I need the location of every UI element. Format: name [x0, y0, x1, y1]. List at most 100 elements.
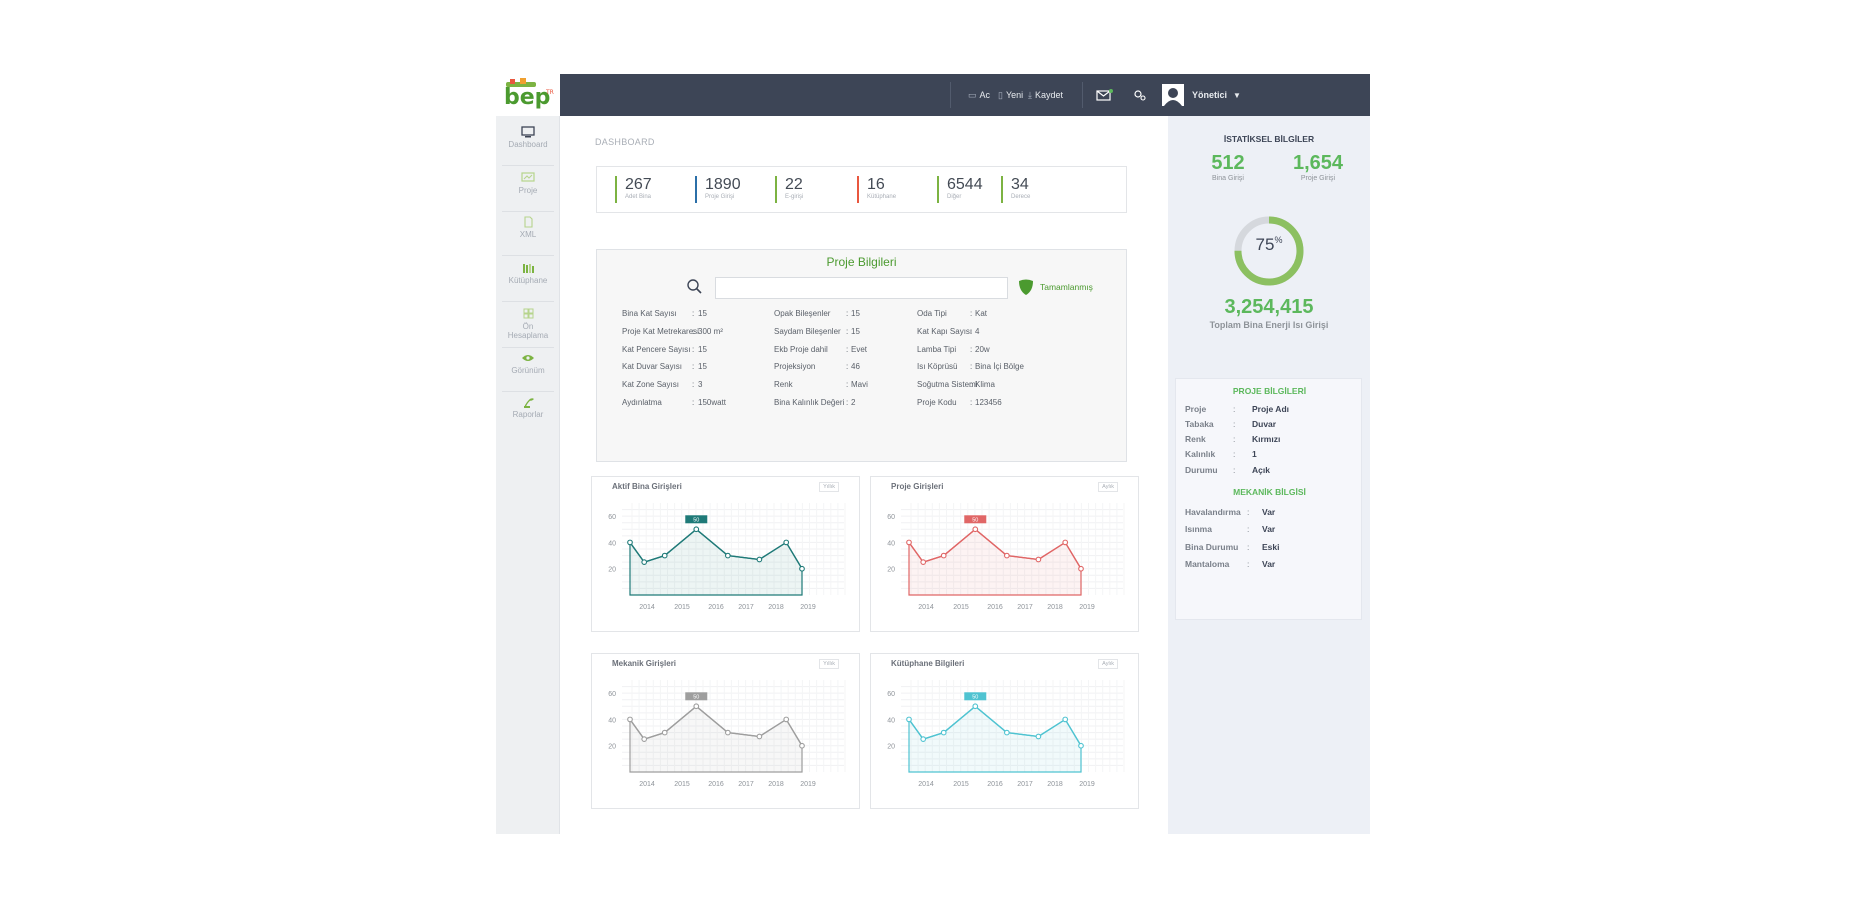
x-tick-label: 2014	[639, 781, 655, 788]
new-button[interactable]: ▯ Yeni	[998, 74, 1023, 116]
sidebar-item-xml[interactable]: XML	[502, 212, 554, 256]
detail-label: Tabaka	[1185, 419, 1214, 429]
field-colon: :	[970, 327, 973, 336]
eye-icon	[522, 355, 534, 361]
search-input[interactable]	[715, 277, 1008, 299]
right-panel: İSTATİKSEL BİLGİLER 512 Bina Girişi 1,65…	[1168, 116, 1370, 834]
brand-logo[interactable]: bep TR	[496, 74, 560, 116]
user-menu[interactable]: Yönetici ▼	[1162, 74, 1241, 116]
sidebar-item-raporlar[interactable]: Raporlar	[502, 392, 554, 436]
x-tick-label: 2019	[1079, 604, 1095, 611]
progress-value: 75	[1255, 235, 1275, 254]
field-label: Renk	[774, 380, 793, 389]
sidebar-item-label: Görünüm	[511, 366, 545, 375]
data-point	[783, 716, 790, 723]
gears-icon	[1134, 90, 1146, 101]
x-tick-label: 2015	[674, 604, 690, 611]
settings-button[interactable]	[1133, 74, 1147, 116]
value-tag-label: 50	[972, 517, 978, 523]
logo-text: bep	[504, 85, 550, 110]
field-colon: :	[846, 398, 849, 407]
field-label: Lamba Tipi	[917, 345, 957, 354]
project-info-panel: Proje Bilgileri Tamamlanmış Bina Kat Say…	[596, 249, 1127, 462]
data-point	[724, 552, 731, 559]
sidebar-item-proje[interactable]: Proje	[502, 168, 554, 212]
chevron-down-icon: ▼	[1233, 90, 1241, 100]
x-tick-label: 2019	[800, 781, 816, 788]
detail-value: Duvar	[1252, 419, 1277, 429]
detail-colon: :	[1233, 434, 1236, 444]
presentation-icon	[521, 172, 535, 182]
stat-value: 6544	[947, 176, 983, 193]
field-value: 15	[851, 327, 860, 336]
stat-label: Proje Girişi	[705, 194, 735, 200]
field-colon: :	[692, 327, 695, 336]
data-point	[1062, 716, 1069, 723]
stat-label: Derece	[1011, 194, 1031, 200]
envelope-icon	[1096, 89, 1113, 101]
y-tick-label: 20	[608, 567, 616, 574]
data-point	[972, 703, 979, 710]
plant-icon	[524, 398, 534, 408]
field-value: Bina İçi Bölge	[975, 362, 1024, 371]
y-tick-label: 20	[887, 744, 895, 751]
logo-sup: TR	[545, 89, 554, 96]
messages-button[interactable]	[1095, 74, 1113, 116]
search-icon[interactable]	[686, 278, 702, 294]
value-tag-label: 50	[972, 694, 978, 700]
chart-aktif-bina: Aktif Bina Girişleri Yıllık 20 40 60 2014 20…	[591, 476, 860, 632]
field-colon: :	[970, 380, 973, 389]
data-point	[756, 556, 763, 563]
save-button[interactable]: ⤓ Kaydet	[1028, 74, 1063, 116]
books-icon	[523, 264, 534, 273]
field-colon: :	[692, 309, 695, 318]
x-tick-label: 2017	[1017, 781, 1033, 788]
proje-count: 1,654	[1292, 152, 1344, 174]
data-point	[693, 703, 700, 710]
field-colon: :	[846, 327, 849, 336]
sidebar-item-on-hesaplama[interactable]: Ön Hesaplama	[502, 304, 554, 348]
data-point	[1035, 556, 1042, 563]
y-tick-label: 20	[887, 567, 895, 574]
value-tag-label: 50	[693, 517, 699, 523]
data-point	[906, 716, 912, 723]
detail-colon: :	[1233, 419, 1236, 429]
y-tick-label: 40	[608, 717, 616, 724]
file-icon	[524, 216, 533, 228]
data-point	[940, 552, 947, 559]
detail-colon: :	[1247, 507, 1250, 517]
field-label: Bina Kalınlık Değeri	[774, 398, 845, 407]
series-area	[629, 528, 803, 596]
field-value: 46	[851, 362, 860, 371]
detail-value: Eski	[1262, 542, 1280, 552]
avatar	[1162, 84, 1184, 106]
sidebar-item-kutuphane[interactable]: Kütüphane	[502, 258, 554, 302]
stat-e-girisi: 22 E-girişi	[775, 176, 803, 203]
y-tick-label: 40	[887, 717, 895, 724]
sidebar-item-dashboard[interactable]: Dashboard	[502, 122, 554, 166]
data-point	[799, 565, 805, 572]
open-button[interactable]: ▭ Ac	[968, 74, 990, 116]
field-value: 123456	[975, 398, 1002, 407]
sidebar-item-gorunum[interactable]: Görünüm	[502, 348, 554, 392]
y-tick-label: 20	[608, 744, 616, 751]
x-tick-label: 2015	[953, 604, 969, 611]
bina-count: 512	[1211, 152, 1245, 174]
detail-colon: :	[1233, 449, 1236, 459]
field-label: Ekb Proje dahil	[774, 345, 828, 354]
series-area	[908, 705, 1082, 773]
sidebar-item-label: XML	[519, 230, 537, 239]
proje-label: Proje Girişi	[1300, 175, 1336, 182]
stat-label: E-girişi	[785, 194, 804, 200]
field-label: Projeksiyon	[774, 362, 816, 371]
folder-icon: ▭	[968, 89, 977, 100]
field-label: Proje Kodu	[917, 398, 957, 407]
detail-label: Havalandırma	[1185, 507, 1241, 517]
x-tick-label: 2017	[738, 781, 754, 788]
y-tick-label: 60	[887, 691, 895, 698]
field-value: Mavi	[851, 380, 868, 389]
detail-label: Durumu	[1185, 465, 1218, 475]
field-colon: :	[846, 309, 849, 318]
stat-proje-girisi: 1890 Proje Girişi	[695, 176, 741, 203]
field-colon: :	[970, 309, 973, 318]
